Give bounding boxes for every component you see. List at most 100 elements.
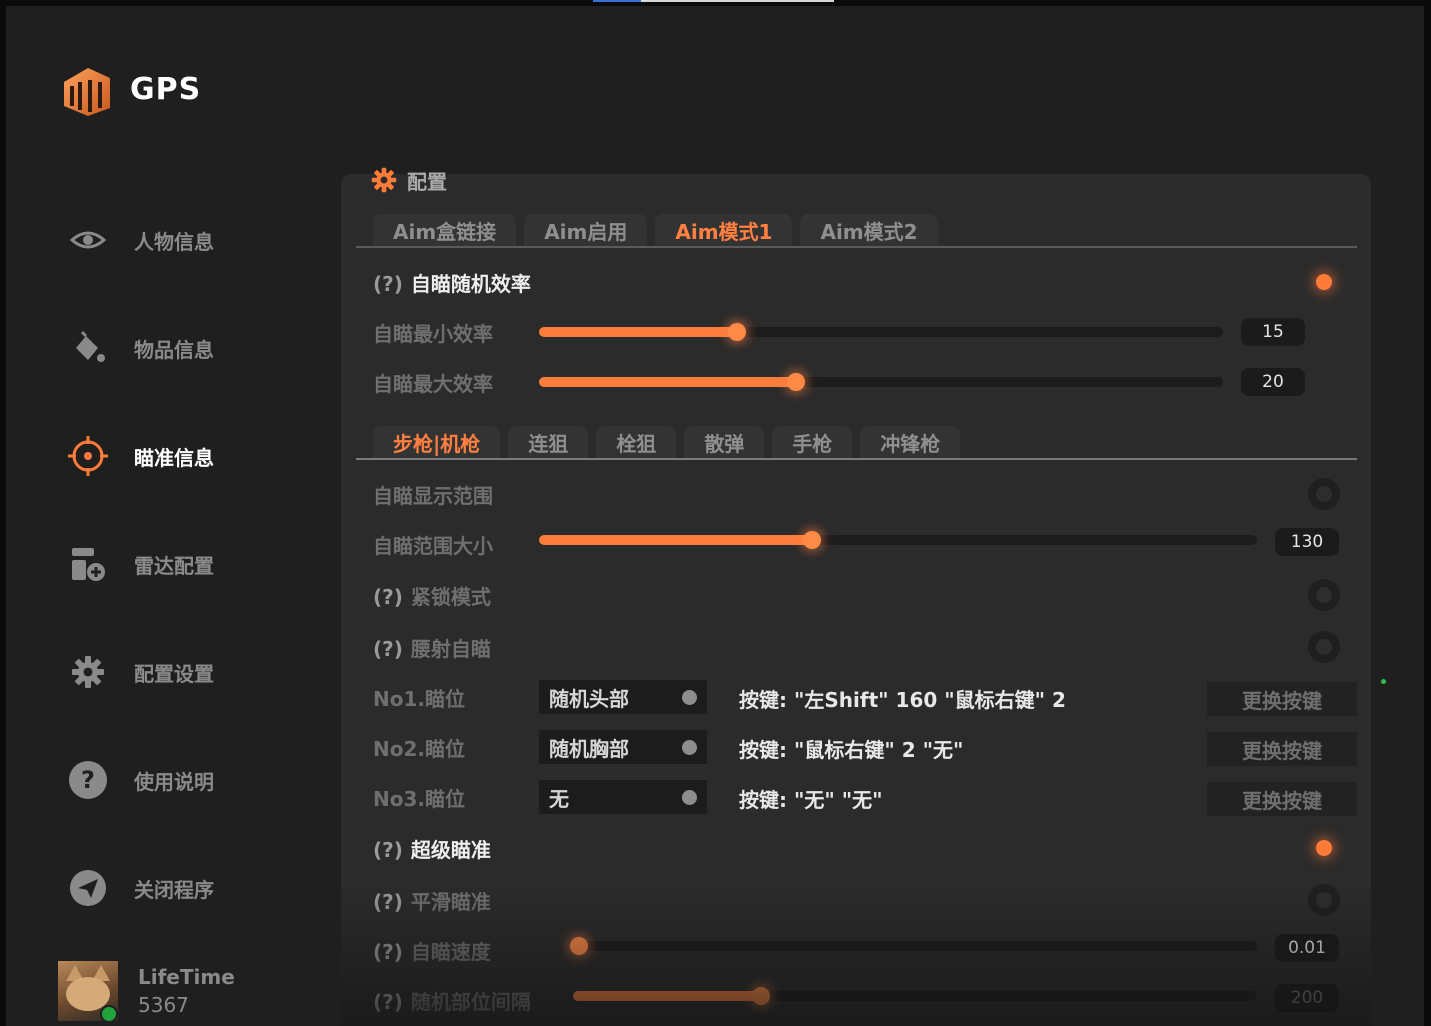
hip-fire-toggle[interactable] xyxy=(1308,631,1340,663)
range-size-label: 自瞄范围大小 xyxy=(373,533,493,558)
sidebar-item-label: 使用说明 xyxy=(134,769,214,794)
slider-thumb[interactable] xyxy=(752,987,771,1005)
slider-thumb[interactable] xyxy=(570,937,588,955)
logo-icon xyxy=(64,68,110,116)
random-efficiency-toggle[interactable] xyxy=(1308,266,1340,298)
slider-thumb[interactable] xyxy=(802,531,821,549)
sidebar-item-label: 关闭程序 xyxy=(134,877,214,902)
panel-title: 配置 xyxy=(407,169,447,194)
max-efficiency-value[interactable]: 20 xyxy=(1241,368,1305,396)
sidebar-item-usage-guide[interactable]: ? 使用说明 xyxy=(66,756,214,804)
aim-slot-2-select[interactable]: 随机胸部 xyxy=(539,730,707,764)
range-size-slider[interactable] xyxy=(539,531,1257,549)
online-status-dot xyxy=(100,1005,118,1021)
help-icon: ? xyxy=(66,758,110,802)
max-efficiency-slider[interactable] xyxy=(539,373,1223,391)
sidebar-item-aim-info[interactable]: 瞄准信息 xyxy=(66,432,214,480)
random-interval-slider[interactable] xyxy=(573,987,1257,1005)
tab-smg[interactable]: 冲锋枪 xyxy=(860,426,961,458)
weapon-tabs: 步枪|机枪 连狙 栓狙 散弹 手枪 冲锋枪 xyxy=(373,426,968,458)
aim-slot-label: No3.瞄位 xyxy=(373,786,465,811)
tab-aim-mode-2[interactable]: Aim模式2 xyxy=(800,214,938,246)
gear-icon xyxy=(371,167,397,193)
min-efficiency-slider[interactable] xyxy=(539,323,1223,341)
sidebar-item-label: 人物信息 xyxy=(134,229,214,254)
config-panel: 配置 Aim盒链接 Aim启用 Aim模式1 Aim模式2 (?) 自瞄随机效率 … xyxy=(341,167,1371,1026)
user-profile: LifeTime 5367 xyxy=(58,961,235,1021)
gear-icon xyxy=(66,650,110,694)
crosshair-icon xyxy=(66,434,110,478)
aim-slot-1-select[interactable]: 随机头部 xyxy=(539,680,707,714)
smooth-aim-toggle[interactable] xyxy=(1308,884,1340,916)
chevron-dot-icon xyxy=(682,689,697,705)
max-efficiency-label: 自瞄最大效率 xyxy=(373,371,493,396)
tight-lock-toggle[interactable] xyxy=(1308,579,1340,611)
slider-thumb[interactable] xyxy=(786,373,805,391)
show-range-label: 自瞄显示范围 xyxy=(373,483,493,508)
aim-speed-row: (?) 自瞄速度 xyxy=(373,932,491,968)
random-interval-row: (?) 随机部位间隔 xyxy=(373,982,531,1018)
aim-speed-value[interactable]: 0.01 xyxy=(1275,934,1339,962)
paint-bucket-icon xyxy=(66,326,110,370)
random-efficiency-label: (?) 自瞄随机效率 xyxy=(373,271,531,296)
tab-divider xyxy=(356,246,1357,248)
sidebar-item-radar-config[interactable]: 雷达配置 xyxy=(66,540,214,588)
tab-aim-mode-1[interactable]: Aim模式1 xyxy=(655,214,793,246)
paper-plane-icon xyxy=(66,866,110,910)
svg-text:?: ? xyxy=(81,766,95,794)
hip-fire-label: (?) 腰射自瞄 xyxy=(373,636,491,661)
min-efficiency-row: 自瞄最小效率 xyxy=(373,314,493,350)
super-aim-toggle[interactable] xyxy=(1308,832,1340,864)
aim-slot-1-row: No1.瞄位 xyxy=(373,679,465,715)
tab-bolt-sniper[interactable]: 栓狙 xyxy=(596,426,677,458)
random-efficiency-row: (?) 自瞄随机效率 xyxy=(373,264,531,300)
sidebar-item-config-settings[interactable]: 配置设置 xyxy=(66,648,214,696)
min-efficiency-value[interactable]: 15 xyxy=(1241,318,1305,346)
sidebar-item-label: 雷达配置 xyxy=(134,553,214,578)
tab-rifle-mg[interactable]: 步枪|机枪 xyxy=(373,426,501,458)
aim-slot-label: No1.瞄位 xyxy=(373,686,465,711)
sidebar-item-character-info[interactable]: 人物信息 xyxy=(66,216,214,264)
sidebar-item-close-program[interactable]: 关闭程序 xyxy=(66,864,214,912)
user-name: LifeTime xyxy=(138,965,235,989)
status-dot xyxy=(1381,679,1386,684)
tab-aim-box-link[interactable]: Aim盒链接 xyxy=(373,214,517,246)
eye-icon xyxy=(66,218,110,262)
range-size-row: 自瞄范围大小 xyxy=(373,526,493,562)
random-interval-value[interactable]: 200 xyxy=(1275,984,1339,1012)
sidebar-item-label: 配置设置 xyxy=(134,661,214,686)
tab-shotgun[interactable]: 散弹 xyxy=(684,426,765,458)
weapon-tab-divider xyxy=(356,458,1357,460)
tight-lock-label: (?) 紧锁模式 xyxy=(373,584,491,609)
tab-aim-enable[interactable]: Aim启用 xyxy=(524,214,648,246)
radar-config-icon xyxy=(66,542,110,586)
aim-speed-slider[interactable] xyxy=(570,937,1257,955)
random-interval-label: (?) 随机部位间隔 xyxy=(373,989,531,1014)
sidebar-item-item-info[interactable]: 物品信息 xyxy=(66,324,214,372)
app-title: GPS xyxy=(130,71,202,107)
progress-indicator xyxy=(593,0,641,2)
top-progress-bar xyxy=(593,0,834,2)
aim-tabs: Aim盒链接 Aim启用 Aim模式1 Aim模式2 xyxy=(373,214,946,246)
change-key-button[interactable]: 更换按键 xyxy=(1207,732,1357,766)
app-logo: GPS xyxy=(58,60,201,118)
aim-slot-label: No2.瞄位 xyxy=(373,736,465,761)
change-key-button[interactable]: 更换按键 xyxy=(1207,782,1357,816)
show-range-toggle[interactable] xyxy=(1308,478,1340,510)
hip-fire-row: (?) 腰射自瞄 xyxy=(373,629,491,665)
range-size-value[interactable]: 130 xyxy=(1275,528,1339,556)
user-count: 5367 xyxy=(138,993,189,1017)
tab-pistol[interactable]: 手枪 xyxy=(772,426,853,458)
aim-slot-2-keys: 按键: "鼠标右键" 2 "无" xyxy=(739,738,964,762)
aim-slot-3-select[interactable]: 无 xyxy=(539,780,707,814)
aim-slot-3-keys: 按键: "无" "无" xyxy=(739,788,883,812)
tab-dmr[interactable]: 连狙 xyxy=(508,426,589,458)
slider-thumb[interactable] xyxy=(728,323,747,341)
super-aim-label: (?) 超级瞄准 xyxy=(373,837,491,862)
aim-speed-label: (?) 自瞄速度 xyxy=(373,939,491,964)
smooth-aim-row: (?) 平滑瞄准 xyxy=(373,882,491,918)
app-window: GPS 人物信息 物品信息 瞄准信息 雷达配置 配置设置 ? 使用说明 关闭程序… xyxy=(6,6,1424,1026)
chevron-dot-icon xyxy=(682,739,697,755)
aim-slot-3-row: No3.瞄位 xyxy=(373,779,465,815)
change-key-button[interactable]: 更换按键 xyxy=(1207,682,1357,716)
